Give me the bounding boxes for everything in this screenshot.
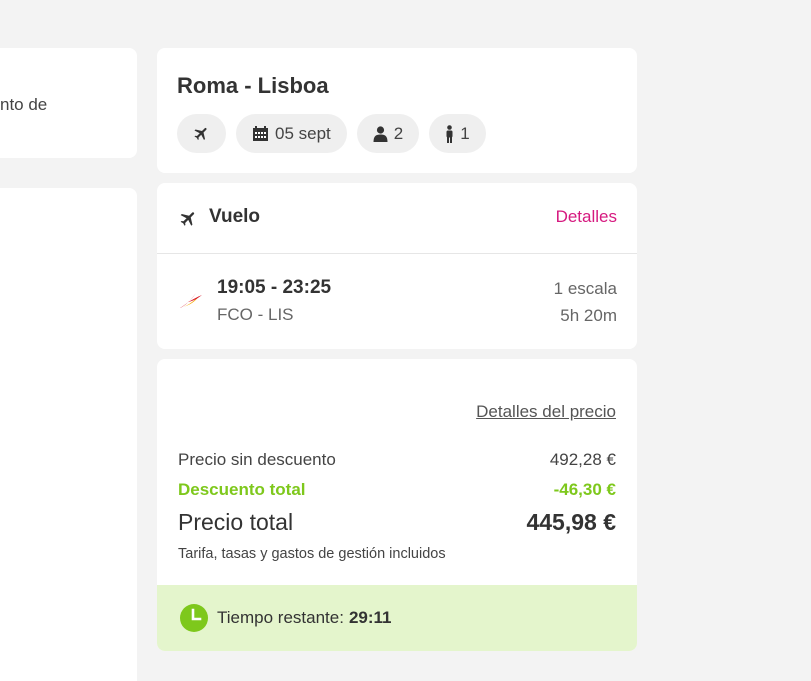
price-card: Detalles del precio Precio sin descuento… xyxy=(157,359,637,651)
clock-icon xyxy=(180,604,208,632)
left-main-card xyxy=(0,188,137,681)
flight-stops: 1 escala xyxy=(553,279,617,298)
date-chip-label: 05 sept xyxy=(275,123,331,143)
airline-logo-icon xyxy=(180,293,202,308)
flight-section-title: Vuelo xyxy=(209,206,261,227)
discount-value: -46,30 € xyxy=(553,480,616,499)
price-no-discount-row: Precio sin descuento 492,28 € xyxy=(178,450,616,470)
route-summary-card: Roma - Lisboa 05 sept 2 1 xyxy=(157,48,637,173)
price-no-discount-label: Precio sin descuento xyxy=(178,450,336,469)
search-chips: 05 sept 2 1 xyxy=(177,114,486,153)
discount-row: Descuento total -46,30 € xyxy=(178,480,616,500)
price-note: Tarifa, tasas y gastos de gestión inclui… xyxy=(178,546,446,562)
flight-details-link[interactable]: Detalles xyxy=(556,207,617,227)
timer-value: 29:11 xyxy=(348,608,392,627)
timer-label: Tiempo restante: xyxy=(217,608,344,627)
plane-icon xyxy=(194,127,207,141)
person-icon xyxy=(373,125,388,142)
child-icon xyxy=(446,124,453,143)
route-title: Roma - Lisboa xyxy=(177,73,329,98)
discount-label: Descuento total xyxy=(178,480,306,499)
flight-airports: FCO - LIS xyxy=(217,305,294,324)
timer-bar: Tiempo restante: 29:11 xyxy=(157,585,637,651)
flight-times: 19:05 - 23:25 xyxy=(217,277,332,298)
total-price-row: Precio total 445,98 € xyxy=(178,509,616,536)
left-info-card: nto de xyxy=(0,48,137,158)
trip-type-chip[interactable] xyxy=(177,114,226,153)
price-no-discount-value: 492,28 € xyxy=(549,450,616,469)
children-chip[interactable]: 1 xyxy=(429,114,486,153)
adults-count: 2 xyxy=(393,123,404,143)
plane-icon xyxy=(180,212,195,226)
left-card-text: nto de xyxy=(0,95,48,114)
flight-duration: 5h 20m xyxy=(560,306,617,325)
calendar-icon xyxy=(253,125,268,141)
flight-header: Vuelo Detalles xyxy=(157,183,637,254)
date-chip[interactable]: 05 sept xyxy=(236,114,347,153)
total-price-label: Precio total xyxy=(178,509,294,535)
adults-chip[interactable]: 2 xyxy=(356,114,420,153)
total-price-value: 445,98 € xyxy=(526,509,616,535)
children-count: 1 xyxy=(460,123,470,143)
flight-card: Vuelo Detalles 19:05 - 23:25 FCO - LIS 1… xyxy=(157,183,637,349)
price-details-link[interactable]: Detalles del precio xyxy=(476,402,616,422)
